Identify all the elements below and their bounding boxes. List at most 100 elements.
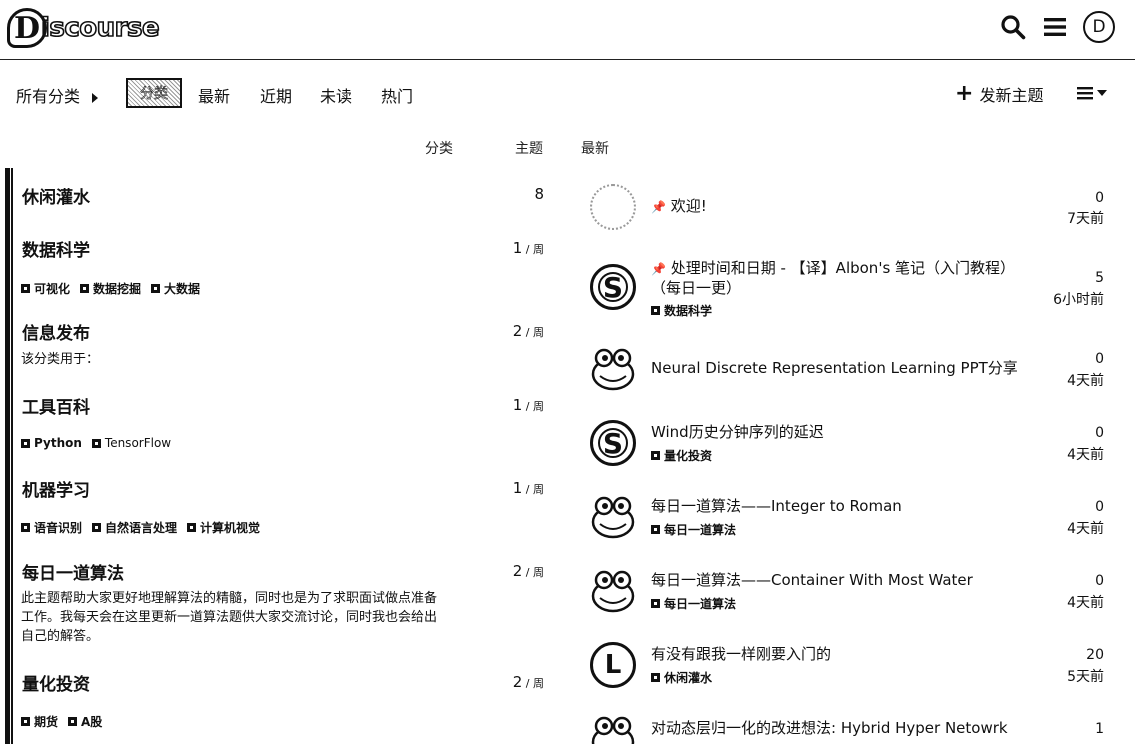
avatar[interactable]	[590, 184, 636, 230]
hamburger-menu-icon[interactable]	[1041, 10, 1069, 44]
subcategory-link[interactable]: A股	[68, 713, 102, 730]
subcategory-link[interactable]: 期货	[21, 713, 58, 730]
tab-unread[interactable]: 未读	[320, 83, 352, 107]
category-name[interactable]: 机器学习	[22, 476, 90, 501]
topic-category-badge[interactable]: 休闲灌水	[651, 669, 712, 686]
tab-categories[interactable]: 分类	[126, 78, 182, 108]
subcategory-label: 计算机视觉	[200, 521, 261, 535]
category-name[interactable]: 休闲灌水	[22, 183, 90, 208]
column-header-topics[interactable]: 主题	[515, 138, 543, 158]
topic-post-count: 0	[1095, 351, 1104, 367]
subcategory-link[interactable]: TensorFlow	[91, 436, 172, 450]
count-value: 8	[534, 185, 544, 203]
view-options-dropdown[interactable]	[1077, 86, 1107, 100]
topic-title-text: 欢迎!	[670, 197, 707, 215]
topic-post-count: 0	[1095, 190, 1104, 206]
category-name[interactable]: 工具百科	[22, 393, 90, 418]
topic-category-badge[interactable]: 量化投资	[651, 447, 712, 464]
avatar[interactable]: L	[590, 642, 636, 688]
category-name[interactable]: 数据科学	[22, 236, 90, 261]
topic-title-link[interactable]: 每日一道算法——Integer to Roman	[651, 497, 1031, 516]
topic-title-link[interactable]: 📌 欢迎!	[651, 197, 1031, 217]
subcategory-label: 数据挖掘	[93, 282, 142, 296]
subcategory-list: Python TensorFlow	[21, 436, 171, 450]
column-header-latest[interactable]: 最新	[581, 138, 609, 158]
avatar[interactable]: S	[590, 420, 636, 466]
category-nav: 所有分类 分类 最新 近期 未读 热门 + 发新主题	[0, 76, 1135, 112]
subcategory-label: 期货	[34, 715, 59, 729]
category-badge-icon	[21, 717, 30, 726]
topic-post-count: 0	[1095, 425, 1104, 441]
subcategory-link[interactable]: Python	[21, 436, 82, 450]
topic-category-label: 数据科学	[664, 304, 713, 318]
all-categories-dropdown[interactable]: 所有分类	[16, 83, 99, 107]
topic-age[interactable]: 5天前	[1040, 666, 1104, 686]
column-header-category[interactable]: 分类	[425, 138, 453, 158]
subcategory-list: 语音识别 自然语言处理 计算机视觉	[21, 519, 260, 536]
category-name[interactable]: 每日一道算法	[22, 559, 124, 584]
category-badge-icon	[91, 438, 101, 448]
subcategory-link[interactable]: 可视化	[21, 280, 70, 297]
topic-title-link[interactable]: 有没有跟我一样刚要入门的	[651, 645, 1031, 664]
tab-recent[interactable]: 近期	[260, 83, 292, 107]
category-name[interactable]: 量化投资	[22, 670, 90, 695]
tab-top[interactable]: 热门	[381, 83, 413, 107]
subcategory-link[interactable]: 自然语言处理	[92, 519, 177, 536]
topic-age[interactable]: 7天前	[1040, 208, 1104, 228]
subcategory-link[interactable]: 大数据	[151, 280, 200, 297]
category-badge-icon	[651, 306, 660, 315]
count-value: 2	[512, 322, 523, 340]
topic-age[interactable]: 6小时前	[1040, 289, 1104, 309]
topic-age[interactable]: 4天前	[1040, 444, 1104, 464]
topic-title-link[interactable]: Neural Discrete Representation Learning …	[651, 359, 1031, 378]
avatar[interactable]	[590, 714, 636, 744]
logo-letter: D	[13, 10, 40, 46]
topic-category-label: 每日一道算法	[664, 523, 737, 537]
topic-title-link[interactable]: 对动态层归一化的改进想法: Hybrid Hyper Netowrk	[651, 719, 1031, 738]
count-period: / 周	[522, 483, 544, 496]
topic-title-link[interactable]: 每日一道算法——Container With Most Water	[651, 571, 1031, 590]
logo-text: iscourse	[40, 12, 160, 44]
topic-category-badge[interactable]: 每日一道算法	[651, 521, 736, 538]
subcategory-label: TensorFlow	[104, 436, 172, 450]
site-logo[interactable]: D iscourse	[7, 7, 160, 49]
subcategory-label: Python	[34, 436, 82, 450]
user-avatar[interactable]: D	[1083, 11, 1115, 43]
subcategory-link[interactable]: 语音识别	[21, 519, 82, 536]
search-icon[interactable]	[999, 10, 1027, 44]
pin-icon: 📌	[651, 262, 666, 276]
topic-category-badge[interactable]: 数据科学	[651, 302, 712, 319]
category-badge-icon	[21, 438, 30, 448]
category-topic-count: 8	[500, 185, 544, 203]
category-badge-icon	[68, 717, 78, 726]
subcategory-link[interactable]: 计算机视觉	[187, 519, 260, 536]
topic-category-label: 量化投资	[664, 449, 713, 463]
topic-title-link[interactable]: Wind历史分钟序列的延迟	[651, 423, 1031, 442]
topic-category-badge[interactable]: 每日一道算法	[651, 595, 736, 612]
avatar-letter: L	[604, 650, 622, 680]
category-badge-icon	[651, 599, 660, 608]
category-badge-icon	[21, 523, 30, 532]
topic-title-link[interactable]: 📌 处理时间和日期 - 【译】Albon's 笔记（入门教程）（每日一更）	[651, 259, 1031, 298]
list-icon	[1077, 87, 1093, 100]
user-avatar-letter: D	[1092, 17, 1106, 37]
subcategory-label: 大数据	[164, 282, 201, 296]
tab-latest[interactable]: 最新	[198, 83, 230, 107]
plus-icon: +	[955, 81, 974, 106]
topic-age[interactable]: 4天前	[1040, 592, 1104, 612]
topic-post-count: 1	[1095, 721, 1104, 737]
avatar[interactable]	[590, 568, 636, 614]
avatar[interactable]	[590, 346, 636, 392]
topic-post-count: 5	[1095, 270, 1104, 286]
count-period: / 周	[522, 243, 544, 256]
avatar[interactable]: S	[590, 264, 636, 310]
topic-age[interactable]: 4天前	[1040, 518, 1104, 538]
subcategory-link[interactable]: 数据挖掘	[80, 280, 141, 297]
category-color-bar-accent	[11, 168, 13, 744]
new-topic-button[interactable]: + 发新主题	[955, 82, 1043, 106]
topic-age[interactable]: 4天前	[1040, 370, 1104, 390]
frog-avatar-icon	[591, 716, 635, 744]
category-name[interactable]: 信息发布	[22, 319, 90, 344]
topic-post-count: 20	[1086, 647, 1104, 663]
avatar[interactable]	[590, 494, 636, 540]
